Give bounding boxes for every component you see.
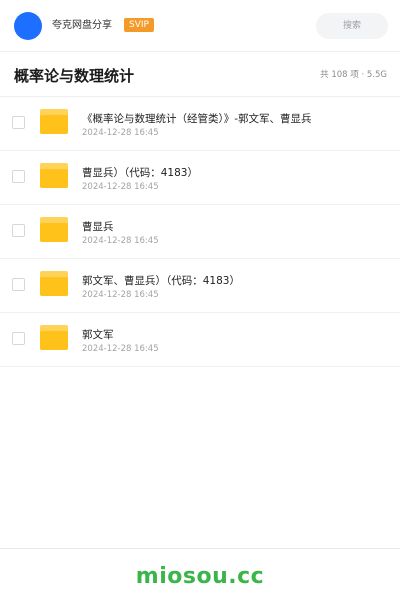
- folder-icon: [40, 325, 68, 350]
- item-checkbox[interactable]: [12, 116, 25, 129]
- item-date: 2024-12-28 16:45: [82, 182, 159, 192]
- item-name[interactable]: 郭文军、曹显兵）（代码：4183）: [82, 274, 240, 288]
- item-date: 2024-12-28 16:45: [82, 290, 159, 300]
- list-item[interactable]: 曹显兵 2024-12-28 16:45: [0, 205, 400, 259]
- item-date: 2024-12-28 16:45: [82, 128, 159, 138]
- folder-icon: [40, 109, 68, 134]
- item-name[interactable]: 《概率论与数理统计（经管类）》-郭文军、曹显兵: [82, 112, 312, 126]
- folder-icon: [40, 163, 68, 188]
- search-label: 搜索: [342, 21, 361, 31]
- item-name[interactable]: 曹显兵: [82, 220, 114, 234]
- avatar[interactable]: [14, 12, 42, 40]
- top-bar: 夸克网盘分享 SVIP 搜索: [0, 0, 400, 52]
- watermark: miosou.cc: [135, 564, 265, 589]
- list-item[interactable]: 《概率论与数理统计（经管类）》-郭文军、曹显兵 2024-12-28 16:45: [0, 97, 400, 151]
- file-list: 《概率论与数理统计（经管类）》-郭文军、曹显兵 2024-12-28 16:45…: [0, 97, 400, 367]
- item-checkbox[interactable]: [12, 224, 25, 237]
- list-item[interactable]: 郭文军 2024-12-28 16:45: [0, 313, 400, 367]
- folder-header: 概率论与数理统计 共 108 项 · 5.5G: [0, 53, 400, 97]
- page-title: 概率论与数理统计: [14, 67, 135, 85]
- footer: miosou.cc: [0, 548, 400, 600]
- brand-name: 夸克网盘分享: [52, 20, 112, 31]
- svip-badge: SVIP: [124, 18, 154, 32]
- item-count: 共 108 项 · 5.5G: [320, 70, 387, 80]
- share-page: 夸克网盘分享 SVIP 搜索 概率论与数理统计 共 108 项 · 5.5G 《…: [0, 0, 400, 600]
- item-name[interactable]: 曹显兵）（代码：4183）: [82, 166, 198, 180]
- folder-icon: [40, 217, 68, 242]
- folder-icon: [40, 271, 68, 296]
- item-checkbox[interactable]: [12, 332, 25, 345]
- item-name[interactable]: 郭文军: [82, 328, 114, 342]
- item-checkbox[interactable]: [12, 170, 25, 183]
- list-item[interactable]: 曹显兵）（代码：4183） 2024-12-28 16:45: [0, 151, 400, 205]
- item-date: 2024-12-28 16:45: [82, 344, 159, 354]
- item-date: 2024-12-28 16:45: [82, 236, 159, 246]
- item-checkbox[interactable]: [12, 278, 25, 291]
- search-button[interactable]: 搜索: [316, 13, 388, 39]
- list-item[interactable]: 郭文军、曹显兵）（代码：4183） 2024-12-28 16:45: [0, 259, 400, 313]
